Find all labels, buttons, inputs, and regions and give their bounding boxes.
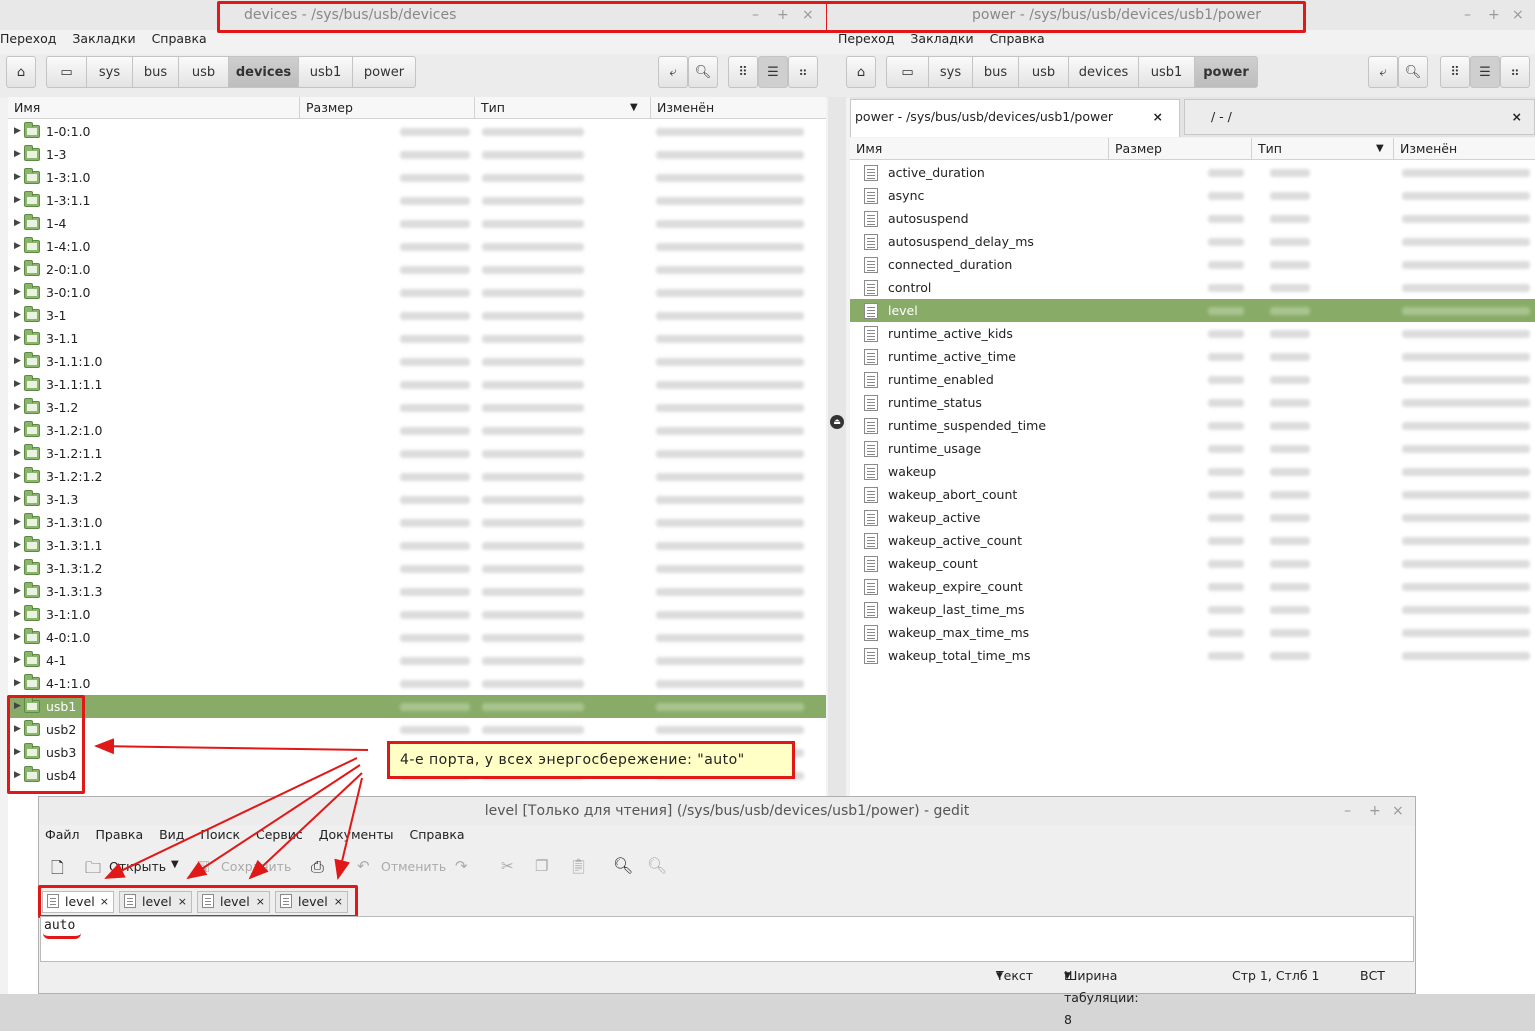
arrow-to-tab-1 xyxy=(104,757,358,879)
annotation-note: 4-е порта, у всех энергосбережение: "aut… xyxy=(387,741,795,779)
arrow-to-ports xyxy=(94,738,369,755)
arrow-to-tab-2 xyxy=(186,764,361,880)
annotation-arrows xyxy=(94,738,369,880)
